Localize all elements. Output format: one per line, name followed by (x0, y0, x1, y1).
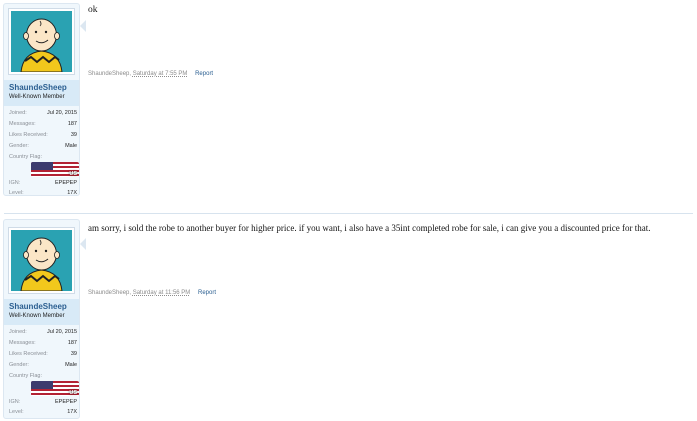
stat-label: Messages: (9, 121, 36, 127)
stat-label: Joined: (9, 110, 27, 116)
stat-joined: Joined: Jul 20, 2015 (9, 110, 77, 120)
message-meta: ShaundeSheep, Saturday at 7:55 PM Report (88, 71, 213, 77)
charlie-brown-avatar-icon (11, 230, 72, 291)
us-flag-icon: US (31, 381, 79, 396)
stat-likes: Likes Received: 39 (9, 132, 77, 142)
message-meta: ShaundeSheep, Saturday at 11:56 PM Repor… (88, 290, 216, 296)
stat-label: Likes Received: (9, 132, 48, 138)
stat-messages: Messages: 187 (9, 121, 77, 131)
avatar[interactable] (8, 227, 75, 294)
stat-label: Level: (9, 409, 24, 415)
us-flag-icon: US (31, 162, 79, 177)
flag-label: US (69, 171, 77, 177)
stat-level: Level: 17X (9, 409, 77, 419)
stat-label: Likes Received: (9, 351, 48, 357)
stat-value: EPEPEP (54, 180, 77, 186)
stat-label: Country Flag: (9, 373, 43, 379)
author-link[interactable]: ShaundeSheep, (88, 71, 131, 77)
avatar[interactable] (8, 8, 75, 75)
stat-likes: Likes Received: 39 (9, 351, 77, 361)
message-text: ok (88, 5, 98, 15)
stat-value: Jul 20, 2015 (47, 110, 77, 116)
stat-ign: IGN: EPEPEP (9, 180, 77, 190)
stat-messages: Messages: 187 (9, 340, 77, 350)
stat-label: Messages: (9, 340, 36, 346)
stat-value[interactable]: 187 (68, 340, 77, 346)
stat-value: 39 (70, 351, 77, 357)
message-pointer (80, 238, 86, 250)
stat-label: Gender: (9, 143, 29, 149)
stat-label: Level: (9, 190, 24, 196)
post-date[interactable]: Saturday at 7:55 PM (133, 71, 188, 77)
stat-level: Level: 17X (9, 190, 77, 200)
stat-value: 17X (67, 190, 77, 196)
stat-ign: IGN: EPEPEP (9, 399, 77, 409)
stat-value: EPEPEP (54, 399, 77, 405)
post: ShaundeSheep Well-Known Member Joined: Ju… (0, 0, 697, 200)
stat-value: Jul 20, 2015 (47, 329, 77, 335)
stat-value: 39 (70, 132, 77, 138)
username-box: ShaundeSheep Well-Known Member (4, 80, 79, 106)
user-info-panel: ShaundeSheep Well-Known Member Joined: Ju… (3, 3, 80, 196)
stat-gender: Gender: Male (9, 362, 77, 372)
message-pointer (80, 20, 86, 32)
stat-value[interactable]: 187 (68, 121, 77, 127)
username-link[interactable]: ShaundeSheep (9, 83, 67, 92)
message-text: am sorry, i sold the robe to another buy… (88, 223, 651, 233)
report-link[interactable]: Report (198, 290, 216, 296)
user-title: Well-Known Member (9, 94, 65, 100)
stat-label: IGN: (9, 399, 21, 405)
author-link[interactable]: ShaundeSheep, (88, 290, 131, 296)
stat-joined: Joined: Jul 20, 2015 (9, 329, 77, 339)
stat-label: Country Flag: (9, 154, 43, 160)
stat-gender: Gender: Male (9, 143, 77, 153)
post-date[interactable]: Saturday at 11:56 PM (133, 290, 191, 296)
stat-label: Joined: (9, 329, 27, 335)
stat-value: Male (65, 362, 77, 368)
user-info-panel: ShaundeSheep Well-Known Member Joined: Ju… (3, 219, 80, 419)
flag-label: US (69, 390, 77, 396)
report-link[interactable]: Report (195, 71, 213, 77)
stat-label: IGN: (9, 180, 21, 186)
post-divider (4, 213, 693, 214)
username-box: ShaundeSheep Well-Known Member (4, 299, 79, 325)
user-title: Well-Known Member (9, 313, 65, 319)
stat-value: Male (65, 143, 77, 149)
stat-label: Gender: (9, 362, 29, 368)
charlie-brown-avatar-icon (11, 11, 72, 72)
username-link[interactable]: ShaundeSheep (9, 302, 67, 311)
stat-value: 17X (67, 409, 77, 415)
post: ShaundeSheep Well-Known Member Joined: Ju… (0, 216, 697, 421)
